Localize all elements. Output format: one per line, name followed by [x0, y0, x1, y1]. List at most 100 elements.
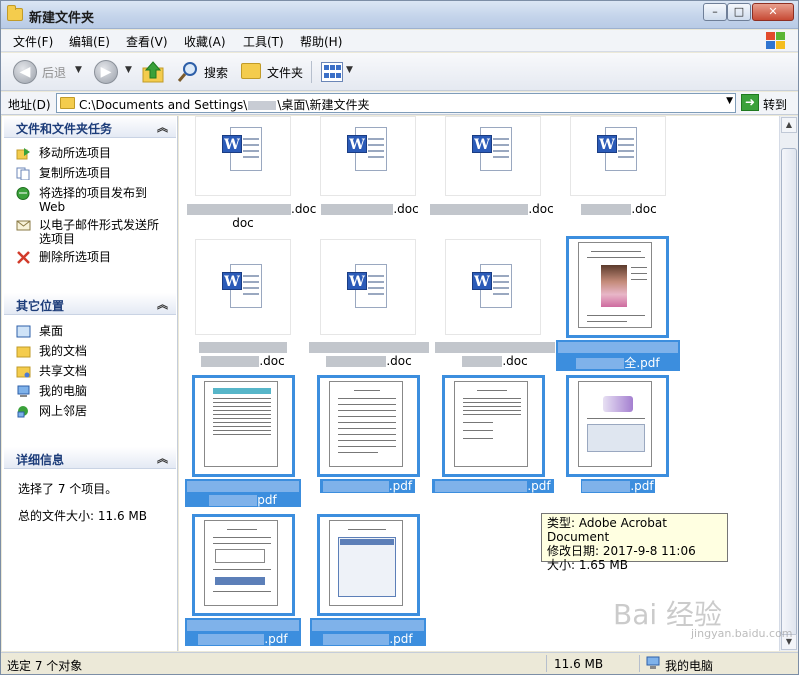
pdf-preview — [204, 520, 278, 606]
computer-icon — [17, 385, 30, 397]
portrait-photo — [601, 265, 627, 307]
details-panel-header[interactable]: 详细信息 ︽ — [4, 447, 176, 469]
back-arrow-icon[interactable]: ◀ — [13, 60, 37, 84]
network-icon — [17, 406, 28, 418]
menu-edit[interactable]: 编辑(E) — [69, 33, 110, 50]
folder-up-icon[interactable] — [141, 60, 165, 84]
file-name-selected-line2[interactable]: 全.pdf — [556, 354, 680, 371]
views-dropdown-icon[interactable]: ▼ — [346, 65, 353, 75]
tasks-panel-header[interactable]: 文件和文件夹任务 ︽ — [4, 116, 176, 138]
collapse-chevron-icon[interactable]: ︽ — [157, 119, 168, 135]
task-label: 将选择的项目发布到 Web — [39, 186, 148, 214]
file-name-selected[interactable] — [185, 618, 301, 632]
search-icon[interactable] — [176, 60, 200, 84]
vertical-scrollbar[interactable]: ▲ ▼ — [779, 116, 798, 651]
scroll-thumb[interactable] — [781, 148, 797, 638]
forward-dropdown-icon[interactable]: ▼ — [125, 65, 132, 75]
file-name-selected[interactable]: .pdf — [581, 479, 655, 493]
file-name-selected[interactable]: .pdf — [432, 479, 554, 493]
place-label: 我的电脑 — [39, 384, 88, 398]
file-name-selected[interactable]: .pdf — [320, 479, 415, 493]
file-name[interactable] — [433, 340, 557, 354]
maximize-button[interactable]: □ — [727, 3, 751, 21]
place-label: 共享文档 — [39, 364, 88, 378]
status-separator — [546, 655, 547, 672]
file-name-selected[interactable] — [310, 618, 426, 632]
file-thumbnail[interactable]: W — [195, 116, 291, 196]
tasks-panel-title: 文件和文件夹任务 — [16, 122, 113, 136]
file-name-line2[interactable]: .doc — [307, 354, 431, 368]
file-name-selected-line2[interactable]: pdf — [185, 493, 301, 507]
menu-help[interactable]: 帮助(H) — [300, 33, 342, 50]
file-thumbnail-selected[interactable] — [566, 236, 669, 338]
file-name[interactable]: .doc — [187, 202, 316, 216]
search-button[interactable]: 搜索 — [204, 64, 228, 81]
file-thumbnail[interactable]: W — [445, 239, 541, 335]
folders-icon[interactable] — [241, 63, 261, 79]
file-thumbnail-selected[interactable] — [192, 514, 295, 616]
file-thumbnail-selected[interactable] — [192, 375, 295, 477]
title-bar[interactable]: 新建文件夹 – □ ✕ — [1, 1, 798, 29]
place-label: 桌面 — [39, 324, 64, 338]
address-dropdown-icon[interactable]: ▼ — [726, 96, 733, 106]
tooltip-type: 类型: Adobe Acrobat Document — [547, 516, 667, 544]
watermark-url: jingyan.baidu.com — [691, 627, 793, 640]
back-button[interactable]: 后退 — [42, 64, 66, 81]
places-panel-title: 其它位置 — [16, 299, 65, 313]
file-name[interactable] — [187, 340, 299, 354]
address-input[interactable]: C:\Documents and Settings\ \桌面\新建文件夹 ▼ — [56, 93, 736, 113]
scroll-up-icon[interactable]: ▲ — [781, 117, 797, 133]
collapse-chevron-icon[interactable]: ︽ — [157, 450, 168, 466]
forward-arrow-icon[interactable]: ▶ — [94, 60, 118, 84]
pdf-preview — [578, 242, 652, 328]
file-thumbnail-selected[interactable] — [317, 514, 420, 616]
file-thumbnail[interactable]: W — [195, 239, 291, 335]
file-name-selected[interactable] — [556, 340, 680, 354]
file-name[interactable]: .doc — [427, 202, 557, 216]
pdf-preview — [578, 381, 652, 467]
menu-view[interactable]: 查看(V) — [126, 33, 168, 50]
file-thumbnail-selected[interactable] — [566, 375, 669, 477]
pdf-preview — [329, 381, 403, 467]
menu-favorites[interactable]: 收藏(A) — [184, 33, 226, 50]
go-arrow-icon[interactable]: ➜ — [741, 94, 759, 111]
file-name[interactable] — [307, 340, 431, 354]
file-thumbnail[interactable]: W — [445, 116, 541, 196]
computer-icon — [646, 656, 660, 669]
file-thumbnail[interactable]: W — [570, 116, 666, 196]
folders-button[interactable]: 文件夹 — [267, 64, 303, 81]
views-icon[interactable] — [321, 62, 343, 82]
folder-icon — [7, 5, 23, 21]
file-name-line2[interactable]: doc — [187, 216, 299, 230]
file-thumbnail-selected[interactable] — [442, 375, 545, 477]
file-name-line2[interactable]: .doc — [187, 354, 299, 368]
back-dropdown-icon[interactable]: ▼ — [75, 65, 82, 75]
status-separator — [639, 655, 640, 672]
file-name[interactable]: .doc — [320, 202, 420, 216]
file-thumbnail[interactable]: W — [320, 239, 416, 335]
menu-tools[interactable]: 工具(T) — [243, 33, 284, 50]
file-name-selected[interactable] — [185, 479, 301, 493]
file-name-selected-line2[interactable]: .pdf — [185, 632, 301, 646]
copy-icon — [16, 167, 30, 180]
menu-file[interactable]: 文件(F) — [13, 33, 53, 50]
close-button[interactable]: ✕ — [752, 3, 794, 21]
file-name-selected-line2[interactable]: .pdf — [310, 632, 426, 646]
word-document-icon: W — [597, 127, 639, 173]
address-bar: 地址(D) C:\Documents and Settings\ \桌面\新建文件… — [1, 92, 798, 115]
place-label: 我的文档 — [39, 344, 88, 358]
toolbar: ◀ 后退 ▼ ▶ ▼ 搜索 文件夹 ▼ — [1, 53, 798, 91]
file-tooltip: 类型: Adobe Acrobat Document 修改日期: 2017-9-… — [541, 513, 728, 572]
word-document-icon: W — [347, 264, 389, 310]
status-size: 11.6 MB — [554, 657, 604, 671]
places-panel-header[interactable]: 其它位置 ︽ — [4, 293, 176, 315]
file-thumbnail-selected[interactable] — [317, 375, 420, 477]
word-document-icon: W — [472, 127, 514, 173]
go-button[interactable]: 转到 — [763, 96, 787, 113]
minimize-button[interactable]: – — [703, 3, 727, 21]
word-document-icon: W — [472, 264, 514, 310]
collapse-chevron-icon[interactable]: ︽ — [157, 296, 168, 312]
file-name[interactable]: .doc — [579, 202, 659, 216]
file-name-line2[interactable]: .doc — [433, 354, 557, 368]
file-thumbnail[interactable]: W — [320, 116, 416, 196]
